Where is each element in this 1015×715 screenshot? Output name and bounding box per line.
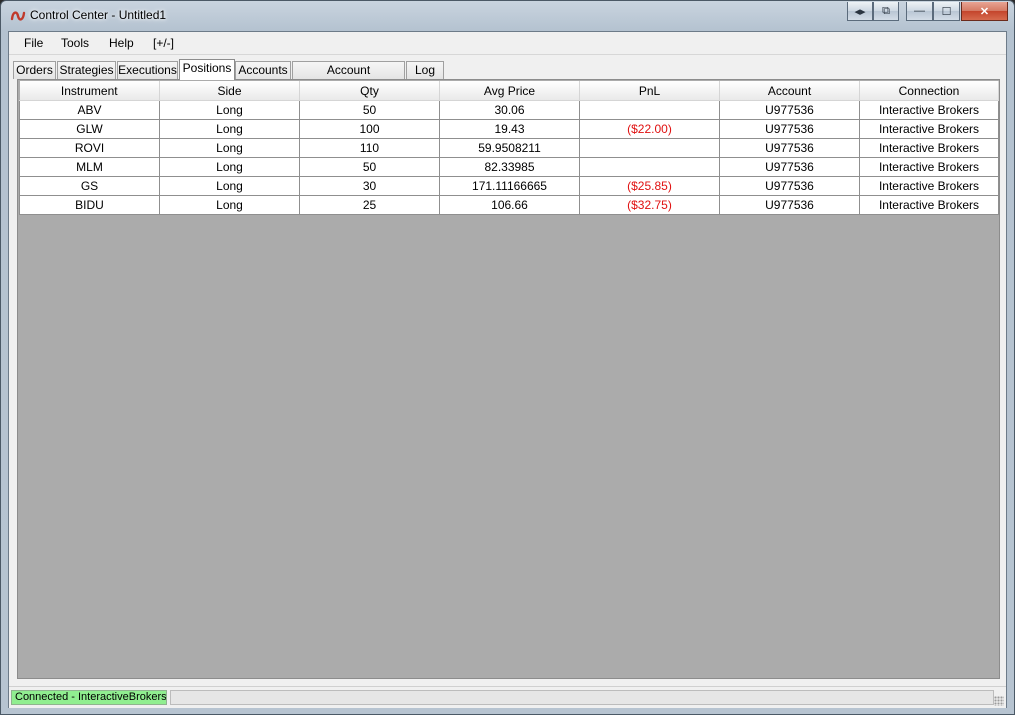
maximize-icon: ☐ — [941, 5, 952, 18]
status-bar: Connected - InteractiveBrokers — [9, 686, 1006, 708]
cell-instrument[interactable]: ABV — [19, 100, 160, 120]
minimize-button[interactable]: — — [906, 2, 933, 21]
column-header-instrument[interactable]: Instrument — [19, 81, 160, 101]
table-row[interactable]: GS Long 30 171.11166665 ($25.85) U977536… — [19, 176, 999, 196]
cell-instrument[interactable]: GLW — [19, 119, 160, 139]
tab-strip: Orders Strategies Executions Positions A… — [13, 59, 1003, 93]
cell-instrument[interactable]: GS — [19, 176, 160, 196]
tab-executions[interactable]: Executions — [117, 61, 178, 79]
cell-qty[interactable]: 30 — [299, 176, 440, 196]
cell-account[interactable]: U977536 — [719, 195, 860, 215]
connection-status: Connected - InteractiveBrokers — [11, 690, 167, 705]
positions-table: Instrument Side Qty Avg Price PnL Accoun… — [19, 81, 999, 215]
tab-strategies[interactable]: Strategies — [57, 61, 116, 79]
arrows-icon: ◂▸ — [854, 5, 866, 18]
cell-connection[interactable]: Interactive Brokers — [859, 195, 999, 215]
cell-side[interactable]: Long — [159, 157, 300, 177]
cell-qty[interactable]: 100 — [299, 119, 440, 139]
cell-avg-price[interactable]: 106.66 — [439, 195, 580, 215]
menu-help[interactable]: Help — [107, 36, 136, 50]
cell-pnl[interactable] — [579, 157, 720, 177]
title-bar[interactable]: Control Center - Untitled1 ◂▸ ⧉ — ☐ ✕ — [1, 1, 1014, 29]
column-header-connection[interactable]: Connection — [859, 81, 999, 101]
column-header-side[interactable]: Side — [159, 81, 300, 101]
tab-log[interactable]: Log — [406, 61, 444, 79]
cell-connection[interactable]: Interactive Brokers — [859, 119, 999, 139]
cell-pnl[interactable] — [579, 138, 720, 158]
minimize-icon: — — [914, 5, 925, 17]
cell-side[interactable]: Long — [159, 176, 300, 196]
cell-qty[interactable]: 50 — [299, 157, 440, 177]
cell-instrument[interactable]: ROVI — [19, 138, 160, 158]
cell-connection[interactable]: Interactive Brokers — [859, 157, 999, 177]
table-row[interactable]: BIDU Long 25 106.66 ($32.75) U977536 Int… — [19, 195, 999, 215]
table-row[interactable]: MLM Long 50 82.33985 U977536 Interactive… — [19, 157, 999, 177]
cell-account[interactable]: U977536 — [719, 157, 860, 177]
resize-grip-icon[interactable] — [994, 696, 1004, 706]
column-header-account[interactable]: Account — [719, 81, 860, 101]
close-button[interactable]: ✕ — [961, 2, 1008, 21]
cell-qty[interactable]: 25 — [299, 195, 440, 215]
document-icon: ⧉ — [882, 4, 890, 17]
window-frame: Control Center - Untitled1 ◂▸ ⧉ — ☐ ✕ Fi… — [0, 0, 1015, 715]
column-header-pnl[interactable]: PnL — [579, 81, 720, 101]
client-area: File Tools Help [+/-] Orders Strategies … — [8, 31, 1007, 708]
tab-account-performance[interactable]: Account Performance — [292, 61, 405, 93]
positions-panel: Instrument Side Qty Avg Price PnL Accoun… — [17, 79, 1000, 679]
table-row[interactable]: ABV Long 50 30.06 U977536 Interactive Br… — [19, 100, 999, 120]
cell-connection[interactable]: Interactive Brokers — [859, 176, 999, 196]
cell-qty[interactable]: 50 — [299, 100, 440, 120]
cell-account[interactable]: U977536 — [719, 100, 860, 120]
cell-qty[interactable]: 110 — [299, 138, 440, 158]
cell-pnl[interactable]: ($22.00) — [579, 119, 720, 139]
cell-instrument[interactable]: MLM — [19, 157, 160, 177]
maximize-button[interactable]: ☐ — [933, 2, 960, 21]
menu-toggle-panels[interactable]: [+/-] — [151, 36, 176, 50]
cell-pnl[interactable] — [579, 100, 720, 120]
positions-grid: Instrument Side Qty Avg Price PnL Accoun… — [19, 81, 999, 215]
menu-file[interactable]: File — [22, 36, 45, 50]
tab-positions[interactable]: Positions — [179, 59, 235, 80]
table-row[interactable]: GLW Long 100 19.43 ($22.00) U977536 Inte… — [19, 119, 999, 139]
cell-side[interactable]: Long — [159, 119, 300, 139]
cell-side[interactable]: Long — [159, 195, 300, 215]
cell-account[interactable]: U977536 — [719, 176, 860, 196]
cell-pnl[interactable]: ($32.75) — [579, 195, 720, 215]
cell-account[interactable]: U977536 — [719, 138, 860, 158]
table-header-row: Instrument Side Qty Avg Price PnL Accoun… — [19, 81, 999, 101]
column-header-avg-price[interactable]: Avg Price — [439, 81, 580, 101]
menu-tools[interactable]: Tools — [59, 36, 91, 50]
window-title: Control Center - Untitled1 — [30, 8, 167, 22]
cell-avg-price[interactable]: 30.06 — [439, 100, 580, 120]
close-icon: ✕ — [979, 5, 990, 18]
cell-account[interactable]: U977536 — [719, 119, 860, 139]
column-header-qty[interactable]: Qty — [299, 81, 440, 101]
cell-connection[interactable]: Interactive Brokers — [859, 138, 999, 158]
cell-pnl[interactable]: ($25.85) — [579, 176, 720, 196]
cell-instrument[interactable]: BIDU — [19, 195, 160, 215]
tab-accounts[interactable]: Accounts — [235, 61, 291, 79]
cell-avg-price[interactable]: 59.9508211 — [439, 138, 580, 158]
cell-avg-price[interactable]: 82.33985 — [439, 157, 580, 177]
cell-connection[interactable]: Interactive Brokers — [859, 100, 999, 120]
app-logo-icon — [10, 11, 26, 21]
status-progress-bar — [170, 690, 994, 705]
window-options-button[interactable]: ⧉ — [873, 2, 899, 21]
cell-side[interactable]: Long — [159, 138, 300, 158]
cell-avg-price[interactable]: 19.43 — [439, 119, 580, 139]
menu-bar: File Tools Help [+/-] — [9, 32, 1006, 55]
table-row[interactable]: ROVI Long 110 59.9508211 U977536 Interac… — [19, 138, 999, 158]
restore-layout-button[interactable]: ◂▸ — [847, 2, 873, 21]
cell-avg-price[interactable]: 171.11166665 — [439, 176, 580, 196]
tab-orders[interactable]: Orders — [13, 61, 56, 79]
cell-side[interactable]: Long — [159, 100, 300, 120]
